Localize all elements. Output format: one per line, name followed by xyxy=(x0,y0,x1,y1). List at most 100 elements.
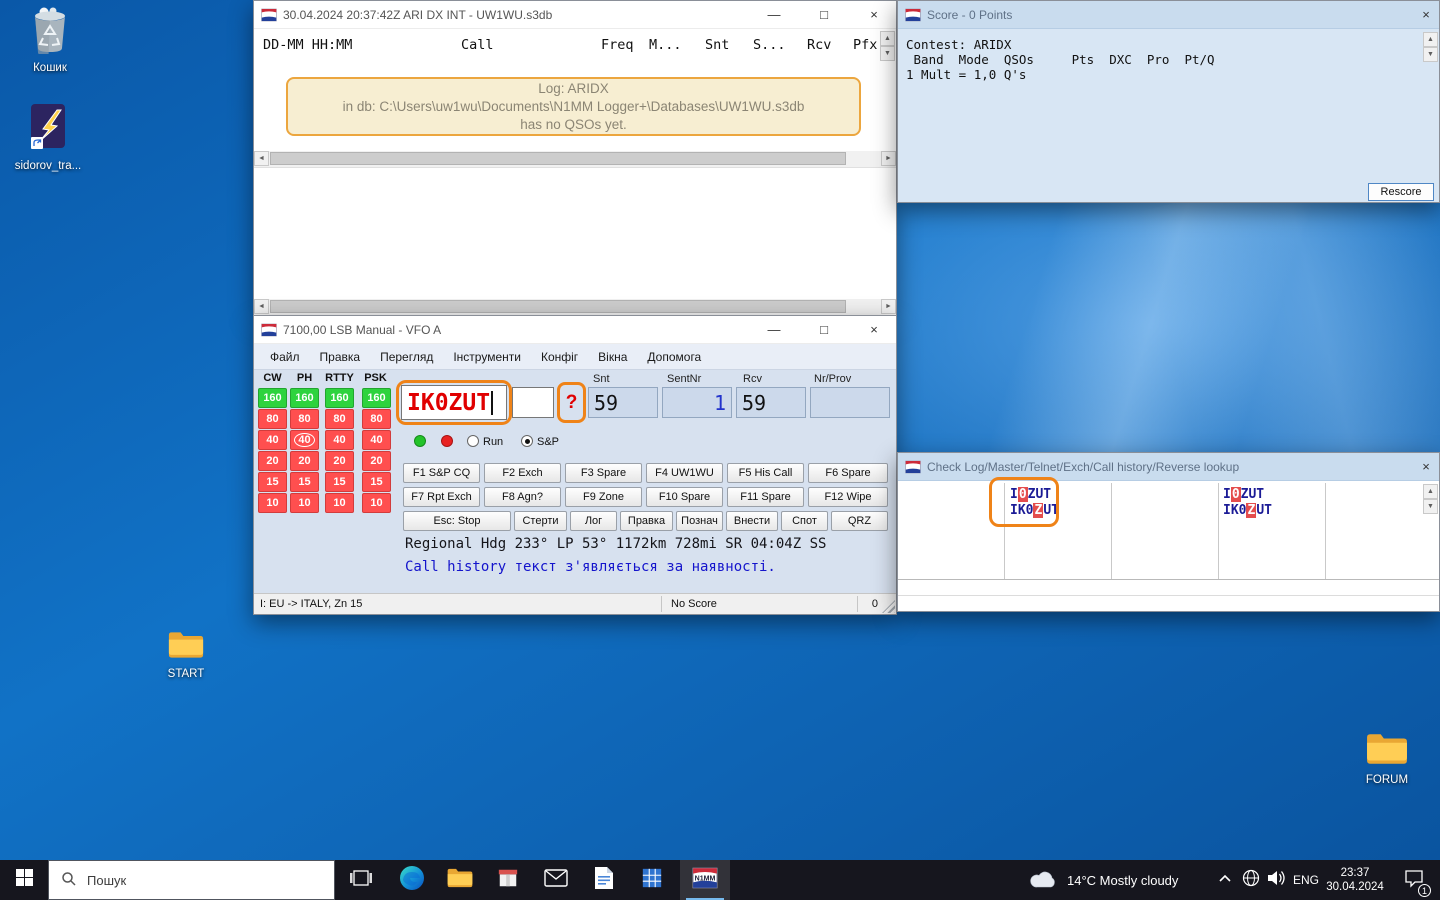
scroll-right-icon[interactable]: ► xyxy=(881,299,896,314)
band-button-psk-20[interactable]: 20 xyxy=(362,451,391,471)
mark-button[interactable]: Познач xyxy=(676,511,723,531)
band-button-ph-160[interactable]: 160 xyxy=(290,388,319,408)
menu-edit[interactable]: Правка xyxy=(310,350,371,364)
fkey-f4[interactable]: F4 UW1WU xyxy=(646,463,723,483)
check-indicator[interactable]: ? xyxy=(557,382,586,423)
log-button[interactable]: Лог xyxy=(570,511,617,531)
snt-field[interactable]: 59 xyxy=(588,387,658,418)
reverse-lookup-suggestions[interactable]: I0ZUT IK0ZUT xyxy=(1223,487,1272,519)
desktop-icon-recycle-bin[interactable]: Кошик xyxy=(14,6,86,75)
scroll-down-icon[interactable]: ▼ xyxy=(1423,47,1438,62)
entry-window-titlebar[interactable]: 7100,00 LSB Manual - VFO A — □ × xyxy=(254,316,896,344)
band-button-ph-80[interactable]: 80 xyxy=(290,409,319,429)
taskbar-file-explorer-button[interactable] xyxy=(436,860,484,900)
qrz-button[interactable]: QRZ xyxy=(831,511,888,531)
tray-chevron-button[interactable] xyxy=(1212,860,1238,900)
suggested-call[interactable]: I0ZUT xyxy=(1223,487,1272,503)
band-button-rtty-40[interactable]: 40 xyxy=(325,430,354,450)
start-button[interactable] xyxy=(0,860,48,900)
desktop-icon-forum-folder[interactable]: FORUM xyxy=(1352,732,1422,787)
fkey-f12[interactable]: F12 Wipe xyxy=(808,487,888,507)
log-horizontal-scrollbar-2[interactable]: ◄ ► xyxy=(254,299,896,315)
rescore-button[interactable]: Rescore xyxy=(1368,183,1434,201)
scroll-up-icon[interactable]: ▲ xyxy=(880,31,895,46)
close-icon[interactable]: × xyxy=(1413,453,1439,480)
wipe-button[interactable]: Стерти xyxy=(514,511,567,531)
scroll-up-icon[interactable]: ▲ xyxy=(1423,484,1438,499)
band-button-psk-10[interactable]: 10 xyxy=(362,493,391,513)
taskbar-n1mm-button[interactable]: N1MM xyxy=(680,860,730,900)
task-view-button[interactable] xyxy=(337,860,385,900)
sp-radio[interactable] xyxy=(521,435,533,447)
fkey-f6[interactable]: F6 Spare xyxy=(808,463,888,483)
taskbar-edge-button[interactable] xyxy=(388,860,436,900)
menu-view[interactable]: Перегляд xyxy=(370,350,443,364)
suggested-call[interactable]: I0ZUT xyxy=(1010,487,1059,503)
rcv-field[interactable]: 59 xyxy=(736,387,806,418)
taskbar-grid-app-button[interactable] xyxy=(628,860,676,900)
score-window-titlebar[interactable]: Score - 0 Points × xyxy=(898,1,1439,29)
taskbar-package-app-button[interactable] xyxy=(484,860,532,900)
nrprov-field[interactable] xyxy=(810,387,890,418)
band-button-ph-40-current[interactable]: 40 xyxy=(290,430,319,450)
band-button-cw-10[interactable]: 10 xyxy=(258,493,287,513)
edit-button[interactable]: Правка xyxy=(620,511,673,531)
check-vertical-scrollbar[interactable]: ▲ ▼ xyxy=(1423,484,1438,514)
minimize-icon[interactable]: — xyxy=(752,316,796,343)
esc-stop-button[interactable]: Esc: Stop xyxy=(403,511,511,531)
band-button-rtty-160[interactable]: 160 xyxy=(325,388,354,408)
callsign-input[interactable]: IK0ZUT xyxy=(401,385,507,420)
fkey-f3[interactable]: F3 Spare xyxy=(565,463,642,483)
suggested-call[interactable]: IK0ZUT xyxy=(1223,503,1272,519)
scrollbar-thumb[interactable] xyxy=(270,300,846,313)
band-button-rtty-10[interactable]: 10 xyxy=(325,493,354,513)
sentnr-field[interactable]: 1 xyxy=(662,387,732,418)
fkey-f10[interactable]: F10 Spare xyxy=(646,487,723,507)
scrollbar-thumb[interactable] xyxy=(270,152,846,165)
taskbar-mail-button[interactable] xyxy=(532,860,580,900)
volume-tray-button[interactable] xyxy=(1262,860,1290,900)
store-button[interactable]: Внести xyxy=(726,511,778,531)
maximize-icon[interactable]: □ xyxy=(802,1,846,28)
close-icon[interactable]: × xyxy=(852,1,896,28)
scroll-down-icon[interactable]: ▼ xyxy=(880,46,895,61)
taskbar-clock[interactable]: 23:37 30.04.2024 xyxy=(1322,860,1388,900)
run-radio[interactable] xyxy=(467,435,479,447)
small-input[interactable] xyxy=(512,387,554,418)
menu-windows[interactable]: Вікна xyxy=(588,350,637,364)
band-button-ph-15[interactable]: 15 xyxy=(290,472,319,492)
close-icon[interactable]: × xyxy=(1413,1,1439,28)
spot-button[interactable]: Спот xyxy=(781,511,828,531)
maximize-icon[interactable]: □ xyxy=(802,316,846,343)
band-button-cw-40[interactable]: 40 xyxy=(258,430,287,450)
band-button-ph-20[interactable]: 20 xyxy=(290,451,319,471)
band-button-rtty-15[interactable]: 15 xyxy=(325,472,354,492)
menu-file[interactable]: Файл xyxy=(260,350,310,364)
close-icon[interactable]: × xyxy=(852,316,896,343)
score-vertical-scrollbar[interactable]: ▲ ▼ xyxy=(1423,32,1438,62)
taskbar-document-app-button[interactable] xyxy=(580,860,628,900)
log-vertical-scrollbar[interactable]: ▲ ▼ xyxy=(880,31,895,61)
band-button-cw-160[interactable]: 160 xyxy=(258,388,287,408)
network-tray-button[interactable] xyxy=(1238,860,1264,900)
desktop-icon-shortcut[interactable]: sidorov_tra... xyxy=(2,102,94,173)
band-button-psk-80[interactable]: 80 xyxy=(362,409,391,429)
log-window-titlebar[interactable]: 30.04.2024 20:37:42Z ARI DX INT - UW1WU.… xyxy=(254,1,896,29)
fkey-f9[interactable]: F9 Zone xyxy=(565,487,642,507)
fkey-f11[interactable]: F11 Spare xyxy=(727,487,804,507)
band-button-ph-10[interactable]: 10 xyxy=(290,493,319,513)
scroll-down-icon[interactable]: ▼ xyxy=(1423,499,1438,514)
scroll-right-icon[interactable]: ► xyxy=(881,151,896,166)
scroll-up-icon[interactable]: ▲ xyxy=(1423,32,1438,47)
band-button-rtty-80[interactable]: 80 xyxy=(325,409,354,429)
band-button-rtty-20[interactable]: 20 xyxy=(325,451,354,471)
resize-grip[interactable] xyxy=(882,600,895,613)
taskbar-search[interactable]: Пошук xyxy=(48,860,335,900)
log-horizontal-scrollbar-1[interactable]: ◄ ► xyxy=(254,151,896,167)
scroll-left-icon[interactable]: ◄ xyxy=(254,151,269,166)
fkey-f7[interactable]: F7 Rpt Exch xyxy=(403,487,480,507)
menu-tools[interactable]: Інструменти xyxy=(443,350,531,364)
master-call-suggestions[interactable]: I0ZUT IK0ZUT xyxy=(1010,487,1059,519)
band-button-cw-15[interactable]: 15 xyxy=(258,472,287,492)
minimize-icon[interactable]: — xyxy=(752,1,796,28)
